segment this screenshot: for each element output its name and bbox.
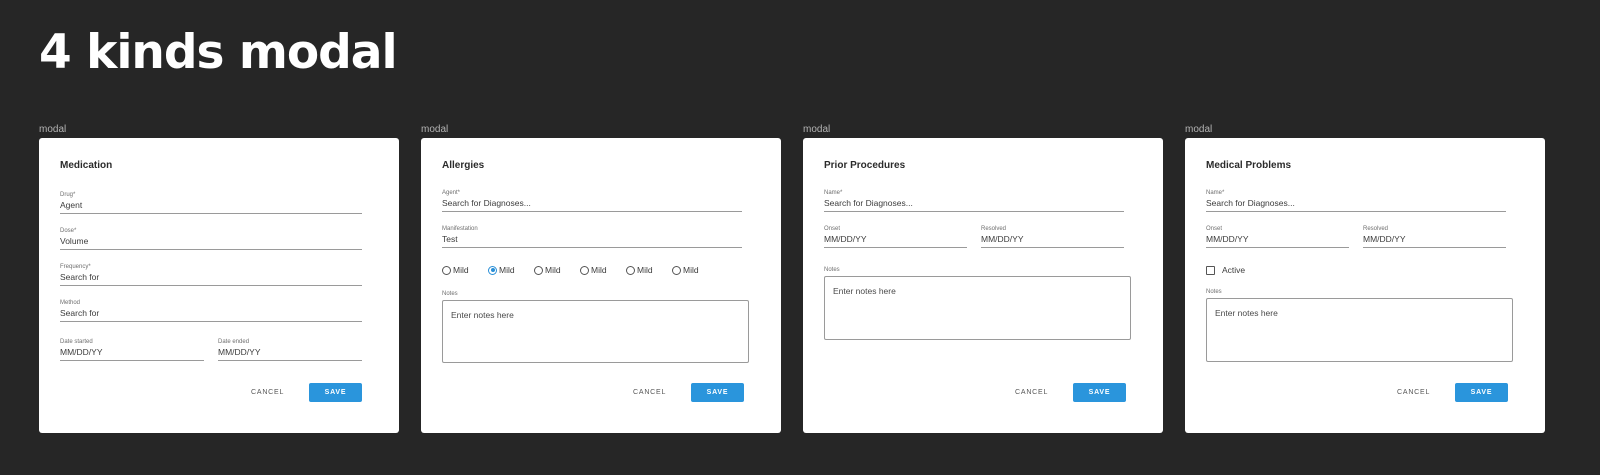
notes-label-wrap: Notes	[442, 290, 458, 298]
notes-label: Notes	[442, 291, 458, 297]
allergies-modal: Allergies Agent* Search for Diagnoses...…	[421, 138, 781, 433]
field-label: Agent*	[442, 190, 461, 196]
notes-label: Notes	[824, 267, 840, 273]
notes-textarea[interactable]: Enter notes here	[442, 300, 749, 363]
field-value[interactable]: MM/DD/YY	[1206, 233, 1349, 248]
radio-option[interactable]: Mild	[442, 265, 469, 275]
field-value[interactable]: Agent	[60, 199, 362, 214]
medication-modal: Medication Drug* Agent Dose* Volume Freq…	[39, 138, 399, 433]
notes-label-wrap: Notes	[824, 266, 840, 274]
field-value[interactable]: MM/DD/YY	[218, 346, 362, 361]
radio-label: Mild	[499, 265, 515, 275]
radio-circle-icon[interactable]	[626, 265, 635, 275]
medical-problems-modal: Medical Problems Name* Search for Diagno…	[1185, 138, 1545, 433]
field-label: Frequency*	[60, 264, 91, 270]
notes-textarea[interactable]: Enter notes here	[1206, 298, 1513, 362]
page-title: 4 kinds modal	[39, 25, 398, 80]
frame-label: modal	[39, 124, 67, 135]
field-label: Dose*	[60, 228, 77, 234]
modal-title: Allergies	[442, 160, 485, 171]
resolved-field[interactable]: Resolved MM/DD/YY	[1363, 225, 1506, 248]
radio-circle-icon[interactable]	[534, 265, 543, 275]
radio-label: Mild	[545, 265, 561, 275]
field-label: Drug*	[60, 192, 76, 198]
field-value[interactable]: Search for Diagnoses...	[442, 197, 742, 212]
cancel-button[interactable]: CANCEL	[633, 383, 666, 402]
save-button[interactable]: SAVE	[1073, 383, 1126, 402]
field-value[interactable]: Search for Diagnoses...	[824, 197, 1124, 212]
prior-procedures-modal: Prior Procedures Name* Search for Diagno…	[803, 138, 1163, 433]
modal-title: Medication	[60, 160, 113, 171]
radio-option[interactable]: Mild	[626, 265, 653, 275]
radio-label: Mild	[591, 265, 607, 275]
field-value[interactable]: Search for Diagnoses...	[1206, 197, 1506, 212]
name-field[interactable]: Name* Search for Diagnoses...	[1206, 189, 1506, 212]
drug-field[interactable]: Drug* Agent	[60, 191, 362, 214]
frame-label: modal	[421, 124, 449, 135]
field-value[interactable]: Volume	[60, 235, 362, 250]
field-label: Name*	[824, 190, 843, 196]
cancel-button[interactable]: CANCEL	[1015, 383, 1048, 402]
field-label: Onset	[824, 226, 841, 232]
radio-circle-checked-icon[interactable]	[488, 265, 497, 275]
field-label: Resolved	[1363, 226, 1389, 232]
checkbox-icon[interactable]	[1206, 265, 1215, 275]
date-ended-field[interactable]: Date ended MM/DD/YY	[218, 338, 362, 361]
radio-circle-icon[interactable]	[580, 265, 589, 275]
notes-label: Notes	[1206, 289, 1222, 295]
field-value[interactable]: MM/DD/YY	[824, 233, 967, 248]
radio-circle-icon[interactable]	[442, 265, 451, 275]
method-field[interactable]: Method Search for	[60, 299, 362, 322]
modal-title: Prior Procedures	[824, 160, 906, 171]
radio-label: Mild	[683, 265, 699, 275]
frequency-field[interactable]: Frequency* Search for	[60, 263, 362, 286]
radio-option[interactable]: Mild	[488, 265, 515, 275]
field-value[interactable]: MM/DD/YY	[1363, 233, 1506, 248]
onset-field[interactable]: Onset MM/DD/YY	[1206, 225, 1349, 248]
field-label: Date ended	[218, 339, 250, 345]
active-checkbox[interactable]: Active	[1206, 265, 1245, 275]
checkbox-label: Active	[1222, 265, 1246, 275]
field-value[interactable]: Search for	[60, 271, 362, 286]
radio-option[interactable]: Mild	[534, 265, 561, 275]
date-started-field[interactable]: Date started MM/DD/YY	[60, 338, 204, 361]
frame-label: modal	[1185, 124, 1213, 135]
field-label: Method	[60, 300, 81, 306]
field-label: Date started	[60, 339, 93, 345]
field-label: Resolved	[981, 226, 1007, 232]
notes-label-wrap: Notes	[1206, 288, 1222, 296]
dose-field[interactable]: Dose* Volume	[60, 227, 362, 250]
radio-label: Mild	[453, 265, 469, 275]
radio-option[interactable]: Mild	[580, 265, 607, 275]
field-label: Name*	[1206, 190, 1225, 196]
save-button[interactable]: SAVE	[691, 383, 744, 402]
notes-textarea[interactable]: Enter notes here	[824, 276, 1131, 340]
field-value[interactable]: Search for	[60, 307, 362, 322]
agent-field[interactable]: Agent* Search for Diagnoses...	[442, 189, 742, 212]
modal-title: Medical Problems	[1206, 160, 1292, 171]
field-label: Onset	[1206, 226, 1223, 232]
save-button[interactable]: SAVE	[1455, 383, 1508, 402]
name-field[interactable]: Name* Search for Diagnoses...	[824, 189, 1124, 212]
field-label: Manifestation	[442, 226, 478, 232]
resolved-field[interactable]: Resolved MM/DD/YY	[981, 225, 1124, 248]
cancel-button[interactable]: CANCEL	[251, 383, 284, 402]
radio-circle-icon[interactable]	[672, 265, 681, 275]
frame-label: modal	[803, 124, 831, 135]
onset-field[interactable]: Onset MM/DD/YY	[824, 225, 967, 248]
radio-option[interactable]: Mild	[672, 265, 699, 275]
field-value[interactable]: Test	[442, 233, 742, 248]
field-value[interactable]: MM/DD/YY	[60, 346, 204, 361]
save-button[interactable]: SAVE	[309, 383, 362, 402]
manifestation-field[interactable]: Manifestation Test	[442, 225, 742, 248]
cancel-button[interactable]: CANCEL	[1397, 383, 1430, 402]
radio-label: Mild	[637, 265, 653, 275]
field-value[interactable]: MM/DD/YY	[981, 233, 1124, 248]
